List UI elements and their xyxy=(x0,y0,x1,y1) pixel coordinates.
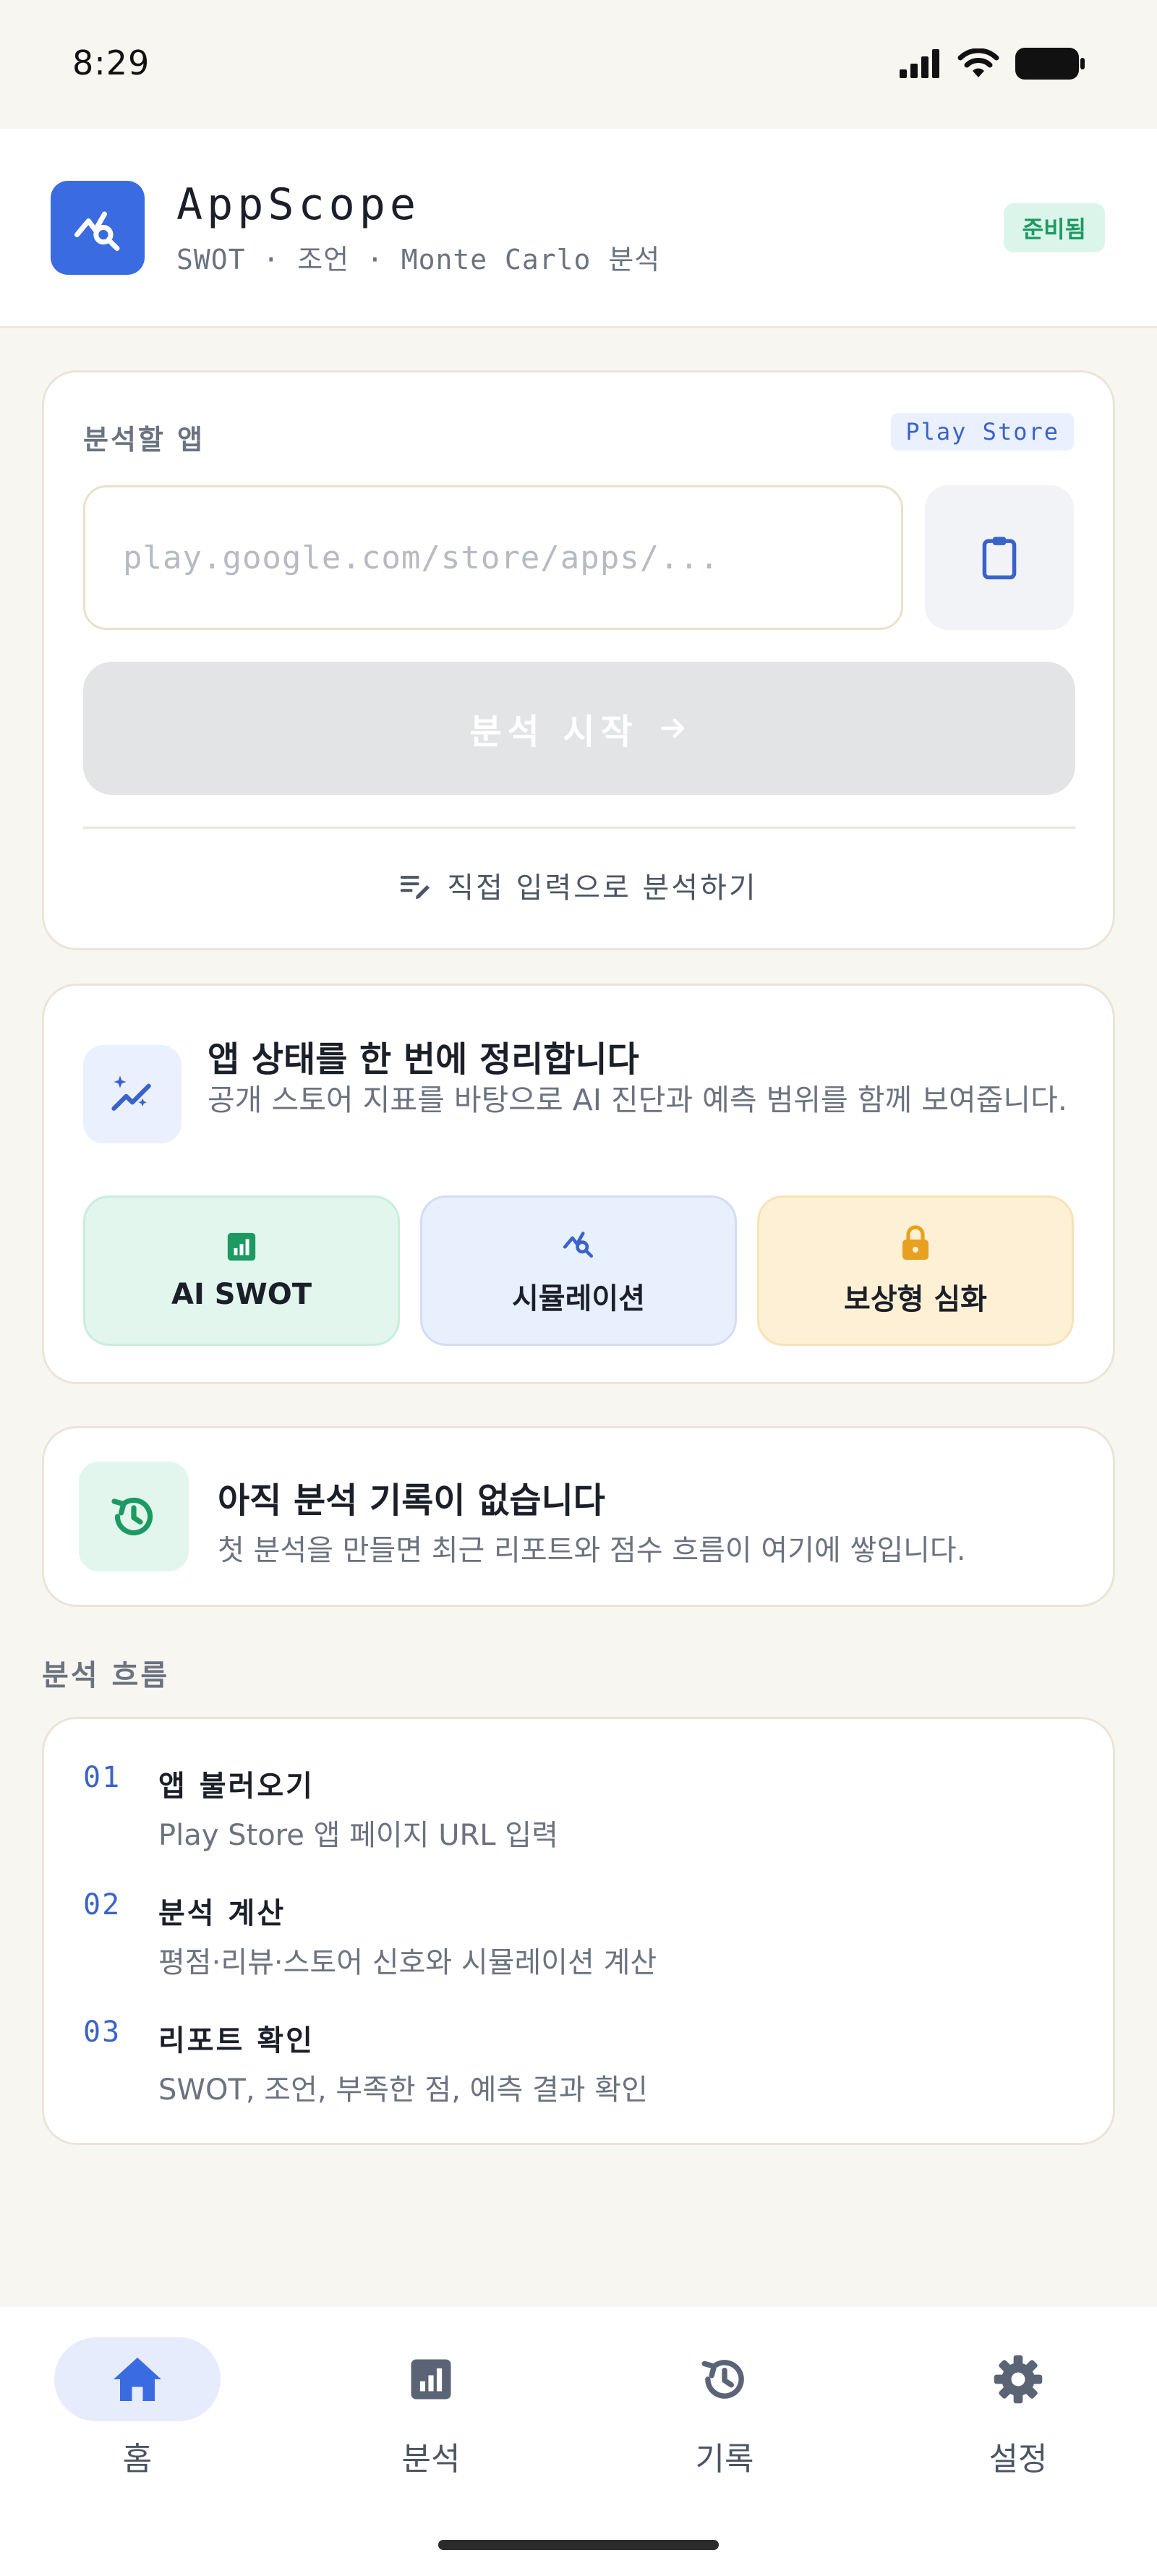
feature-label: 보상형 심화 xyxy=(844,1283,987,1316)
app-logo xyxy=(51,181,145,275)
nav-label: 분석 xyxy=(401,2441,461,2478)
history-icon xyxy=(111,1497,153,1536)
bar-chart-icon xyxy=(227,1232,256,1261)
flow-heading: 분석 흐름 xyxy=(42,1659,170,1692)
home-indicator xyxy=(438,2540,719,2550)
nav-label: 기록 xyxy=(695,2441,754,2478)
feature-simulation[interactable]: 시뮬레이션 xyxy=(420,1195,737,1346)
history-empty-card: 아직 분석 기록이 없습니다 첫 분석을 만들면 최근 리포트와 점수 흐름이 … xyxy=(42,1426,1115,1607)
analytics-chart-icon xyxy=(411,2359,451,2400)
store-badge: Play Store xyxy=(891,413,1074,451)
nav-item-home[interactable]: 홈 xyxy=(51,2337,224,2482)
start-analysis-label: 분석 시작 xyxy=(469,712,639,752)
summary-card: 앱 상태를 한 번에 정리합니다 공개 스토어 지표를 바탕으로 AI 진단과 … xyxy=(42,984,1115,1384)
step-number: 01 xyxy=(83,1761,121,1794)
step-title: 리포트 확인 xyxy=(158,2024,315,2057)
summary-icon-box xyxy=(83,1045,182,1143)
feature-ai-swot[interactable]: AI SWOT xyxy=(83,1195,400,1346)
nav-item-analysis[interactable]: 분석 xyxy=(344,2337,518,2482)
step-description: SWOT, 조언, 부족한 점, 예측 결과 확인 xyxy=(158,2073,648,2107)
input-label: 분석할 앱 xyxy=(83,424,205,456)
status-time: 8:29 xyxy=(72,43,150,82)
battery-icon xyxy=(1015,48,1085,80)
edit-note-icon xyxy=(401,876,430,900)
wifi-icon xyxy=(957,48,999,77)
paste-button[interactable] xyxy=(925,485,1074,630)
lock-icon xyxy=(902,1225,928,1260)
history-description: 첫 분석을 만들면 최근 리포트와 점수 흐름이 여기에 쌓입니다. xyxy=(218,1534,966,1567)
step-description: 평점·리뷰·스토어 신호와 시뮬레이션 계산 xyxy=(158,1946,657,1979)
status-bar: 8:29 xyxy=(0,0,1157,129)
cellular-signal-icon xyxy=(900,49,939,78)
bottom-nav: 홈 분석 기록 설정 xyxy=(0,2307,1157,2576)
nav-item-history[interactable]: 기록 xyxy=(638,2337,811,2482)
history-icon-box xyxy=(79,1462,189,1571)
feature-label: 시뮬레이션 xyxy=(512,1282,645,1315)
app-header: AppScope SWOT · 조언 · Monte Carlo 분석 준비됨 xyxy=(0,129,1157,328)
nav-label: 홈 xyxy=(122,2441,153,2478)
clipboard-icon xyxy=(982,537,1017,580)
sparkle-chart-icon xyxy=(111,1075,151,1111)
summary-description: 공개 스토어 지표를 바탕으로 AI 진단과 예측 범위를 함께 보여줍니다. xyxy=(208,1083,1067,1117)
manual-input-label: 직접 입력으로 분석하기 xyxy=(447,871,758,905)
app-title: AppScope xyxy=(176,179,420,230)
step-title: 앱 불러오기 xyxy=(158,1770,315,1803)
history-icon xyxy=(701,2360,744,2399)
step-number: 03 xyxy=(83,2016,121,2049)
divider xyxy=(83,827,1075,829)
nav-icon-wrap xyxy=(935,2337,1101,2421)
flow-step: 02 분석 계산 평점·리뷰·스토어 신호와 시뮬레이션 계산 xyxy=(83,1888,1081,1997)
status-badge: 준비됨 xyxy=(1003,203,1105,252)
analytics-icon xyxy=(563,1232,593,1258)
url-input[interactable] xyxy=(83,485,903,630)
feature-label: AI SWOT xyxy=(171,1278,312,1311)
step-title: 분석 계산 xyxy=(158,1897,286,1930)
app-input-card: 분석할 앱 Play Store 분석 시작 직접 입력으로 분석하기 xyxy=(42,370,1115,950)
summary-title: 앱 상태를 한 번에 정리합니다 xyxy=(208,1039,639,1080)
start-analysis-button[interactable]: 분석 시작 xyxy=(83,662,1075,795)
nav-label: 설정 xyxy=(989,2441,1048,2478)
status-icons xyxy=(900,48,1085,80)
analytics-logo-icon xyxy=(74,211,120,251)
step-description: Play Store 앱 페이지 URL 입력 xyxy=(158,1819,558,1852)
home-icon xyxy=(114,2358,161,2401)
arrow-right-icon xyxy=(660,718,684,738)
feature-reward-deep-dive[interactable]: 보상형 심화 xyxy=(757,1195,1074,1346)
history-title: 아직 분석 기록이 없습니다 xyxy=(218,1480,605,1521)
flow-card: 01 앱 불러오기 Play Store 앱 페이지 URL 입력 02 분석 … xyxy=(42,1717,1115,2145)
flow-step: 03 리포트 확인 SWOT, 조언, 부족한 점, 예측 결과 확인 xyxy=(83,2016,1081,2124)
nav-icon-wrap xyxy=(348,2337,514,2421)
nav-item-settings[interactable]: 설정 xyxy=(931,2337,1105,2482)
nav-icon-wrap xyxy=(641,2337,808,2421)
nav-icon-wrap xyxy=(54,2337,221,2421)
manual-input-link[interactable]: 직접 입력으로 분석하기 xyxy=(44,864,1113,906)
gear-icon xyxy=(994,2355,1043,2404)
app-subtitle: SWOT · 조언 · Monte Carlo 분석 xyxy=(176,244,661,276)
step-number: 02 xyxy=(83,1888,121,1922)
flow-step: 01 앱 불러오기 Play Store 앱 페이지 URL 입력 xyxy=(83,1761,1081,1869)
